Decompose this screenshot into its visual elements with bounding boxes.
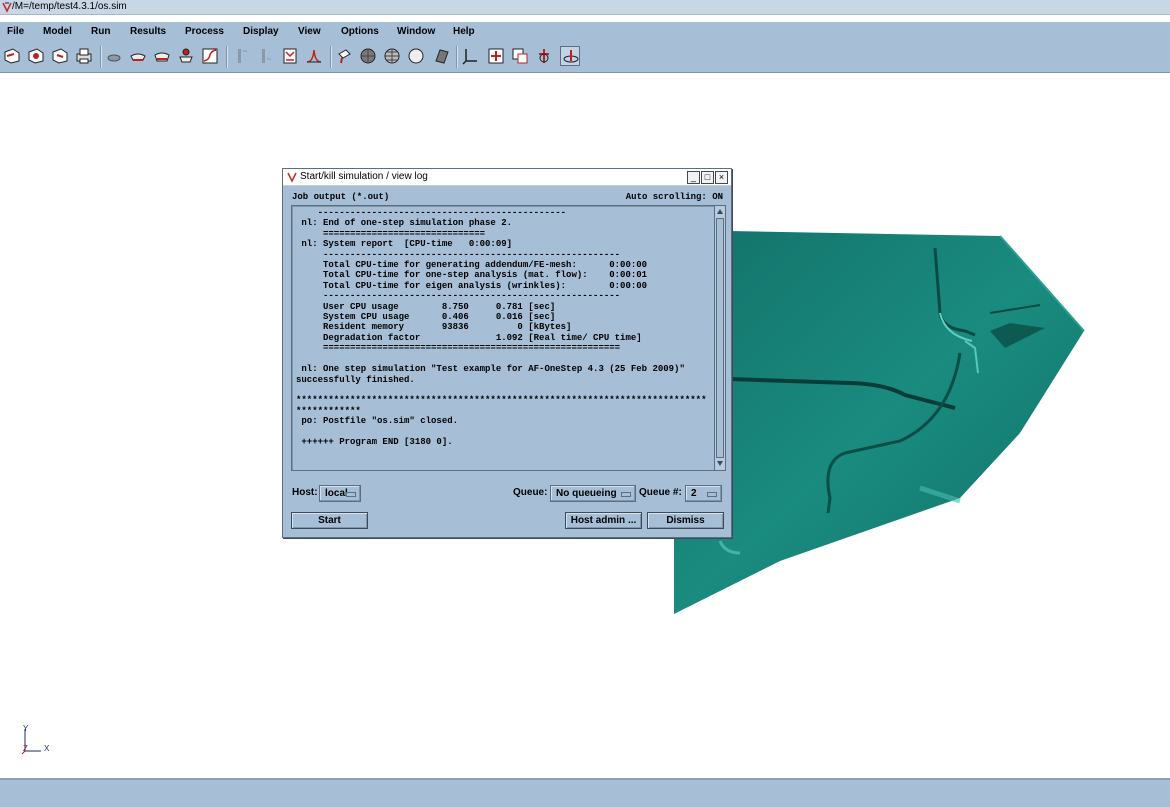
rotate-view-icon[interactable] [534,46,554,66]
log-line: ----------------------------------------… [296,291,621,302]
menu-results[interactable]: Results [130,26,166,37]
multi-tool-icon[interactable] [176,46,196,66]
menu-view[interactable]: View [298,26,321,37]
log-line: ************ [296,405,361,416]
log-line: Resident memory 93836 0 [kBytes] [296,322,572,333]
start-button[interactable]: Start [291,512,368,529]
log-line: nl: System report [CPU-time 0:00:09] [296,239,513,250]
log-line: System CPU usage 0.406 0.016 [sec] [296,312,556,323]
print-icon[interactable] [74,46,94,66]
menu-file[interactable]: File [7,26,24,37]
dropdown-icon [346,492,356,497]
host-value: local [325,488,348,499]
log-line: Total CPU-time for one-step analysis (ma… [296,270,648,281]
menu-process[interactable]: Process [185,26,224,37]
log-line: ============================== [296,228,486,239]
fit-view-icon[interactable] [486,46,506,66]
surface-filter-icon[interactable] [256,46,276,66]
dropdown-icon [621,492,631,497]
log-line: Total CPU-time for generating addendum/F… [296,260,648,271]
log-line: ----------------------------------------… [296,208,567,218]
log-line: Degradation factor 1.092 [Real time/ CPU… [296,332,642,343]
host-select[interactable]: local [319,485,361,502]
menu-run[interactable]: Run [91,26,110,37]
curve-icon[interactable] [200,46,220,66]
light-source-icon[interactable] [334,46,354,66]
menu-help[interactable]: Help [453,26,475,37]
edge-filter-icon[interactable] [232,46,252,66]
menu-model[interactable]: Model [43,26,72,37]
axis-z-label: Z [23,744,28,753]
shade-sphere-icon[interactable] [358,46,378,66]
die-tool-icon[interactable] [128,46,148,66]
axis-triad-icon[interactable] [460,46,480,66]
save-file-icon[interactable] [26,46,46,66]
dismiss-button[interactable]: Dismiss [647,512,724,529]
peak-curve-icon[interactable] [304,46,324,66]
log-line: po: Postfile "os.sim" closed. [296,416,459,427]
host-admin-button[interactable]: Host admin ... [565,512,642,529]
matrix-icon[interactable] [280,46,300,66]
queue-value: No queueing [556,488,617,499]
log-line: User CPU usage 8.750 0.781 [sec] [296,301,556,312]
simulation-log-dialog: Start/kill simulation / view log _ □ × J… [282,168,732,538]
white-sphere-icon[interactable] [406,46,426,66]
minimize-button[interactable]: _ [687,171,700,184]
scroll-up-arrow-icon[interactable] [716,208,724,216]
maximize-button[interactable]: □ [701,171,714,184]
menu-options[interactable]: Options [341,26,379,37]
log-content: ----------------------------------------… [296,208,706,447]
scrollbar-thumb[interactable] [716,218,724,458]
mesh-sphere-icon[interactable] [382,46,402,66]
log-line: nl: End of one-step simulation phase 2. [296,218,513,229]
log-output-text[interactable]: ----------------------------------------… [291,205,715,471]
queue-select[interactable]: No queueing [550,485,636,502]
window-title: /M=/temp/test4.3.1/os.sim [12,1,127,12]
toolbar [0,42,1170,73]
log-line: successfully finished. [296,374,415,385]
menu-window[interactable]: Window [397,26,435,37]
dialog-titlebar[interactable]: Start/kill simulation / view log _ □ × [283,169,731,186]
axis-x-label: X [44,744,50,753]
app-logo-icon [287,172,297,183]
zoom-window-icon[interactable] [510,46,530,66]
log-line: Total CPU-time for eigen analysis (wrink… [296,280,648,291]
cylinder-icon[interactable] [104,46,124,66]
job-output-label: Job output (*.out) [292,192,390,202]
log-scrollbar[interactable] [714,205,726,471]
queue-number-label: Queue #: [639,487,682,498]
close-button[interactable]: × [715,171,728,184]
auto-scroll-toggle[interactable]: Auto scrolling: ON [626,192,723,202]
axis-y-label: Y [23,724,29,733]
queue-number-value: 2 [691,488,697,499]
blank-tool-icon[interactable] [152,46,172,66]
reset-view-icon[interactable] [560,46,580,66]
dropdown-icon [707,492,717,497]
dialog-title: Start/kill simulation / view log [300,171,428,182]
import-file-icon[interactable] [50,46,70,66]
log-line: nl: One step simulation "Test example fo… [296,364,685,375]
log-line: ****************************************… [296,395,707,406]
status-bar [0,778,1170,807]
flat-plane-icon[interactable] [432,46,452,66]
menu-display[interactable]: Display [243,26,279,37]
open-file-icon[interactable] [2,46,22,66]
queue-number-select[interactable]: 2 [685,485,722,502]
log-line: ========================================… [296,343,621,354]
host-label: Host: [292,487,318,498]
log-line: ++++++ Program END [3180 0]. [296,436,453,447]
queue-label: Queue: [513,487,548,498]
scroll-down-arrow-icon[interactable] [716,459,724,467]
log-line: ----------------------------------------… [296,249,621,260]
menu-bar: File Model Run Results Process Display V… [0,22,1170,42]
window-titlebar: /M=/temp/test4.3.1/os.sim [0,0,1170,15]
